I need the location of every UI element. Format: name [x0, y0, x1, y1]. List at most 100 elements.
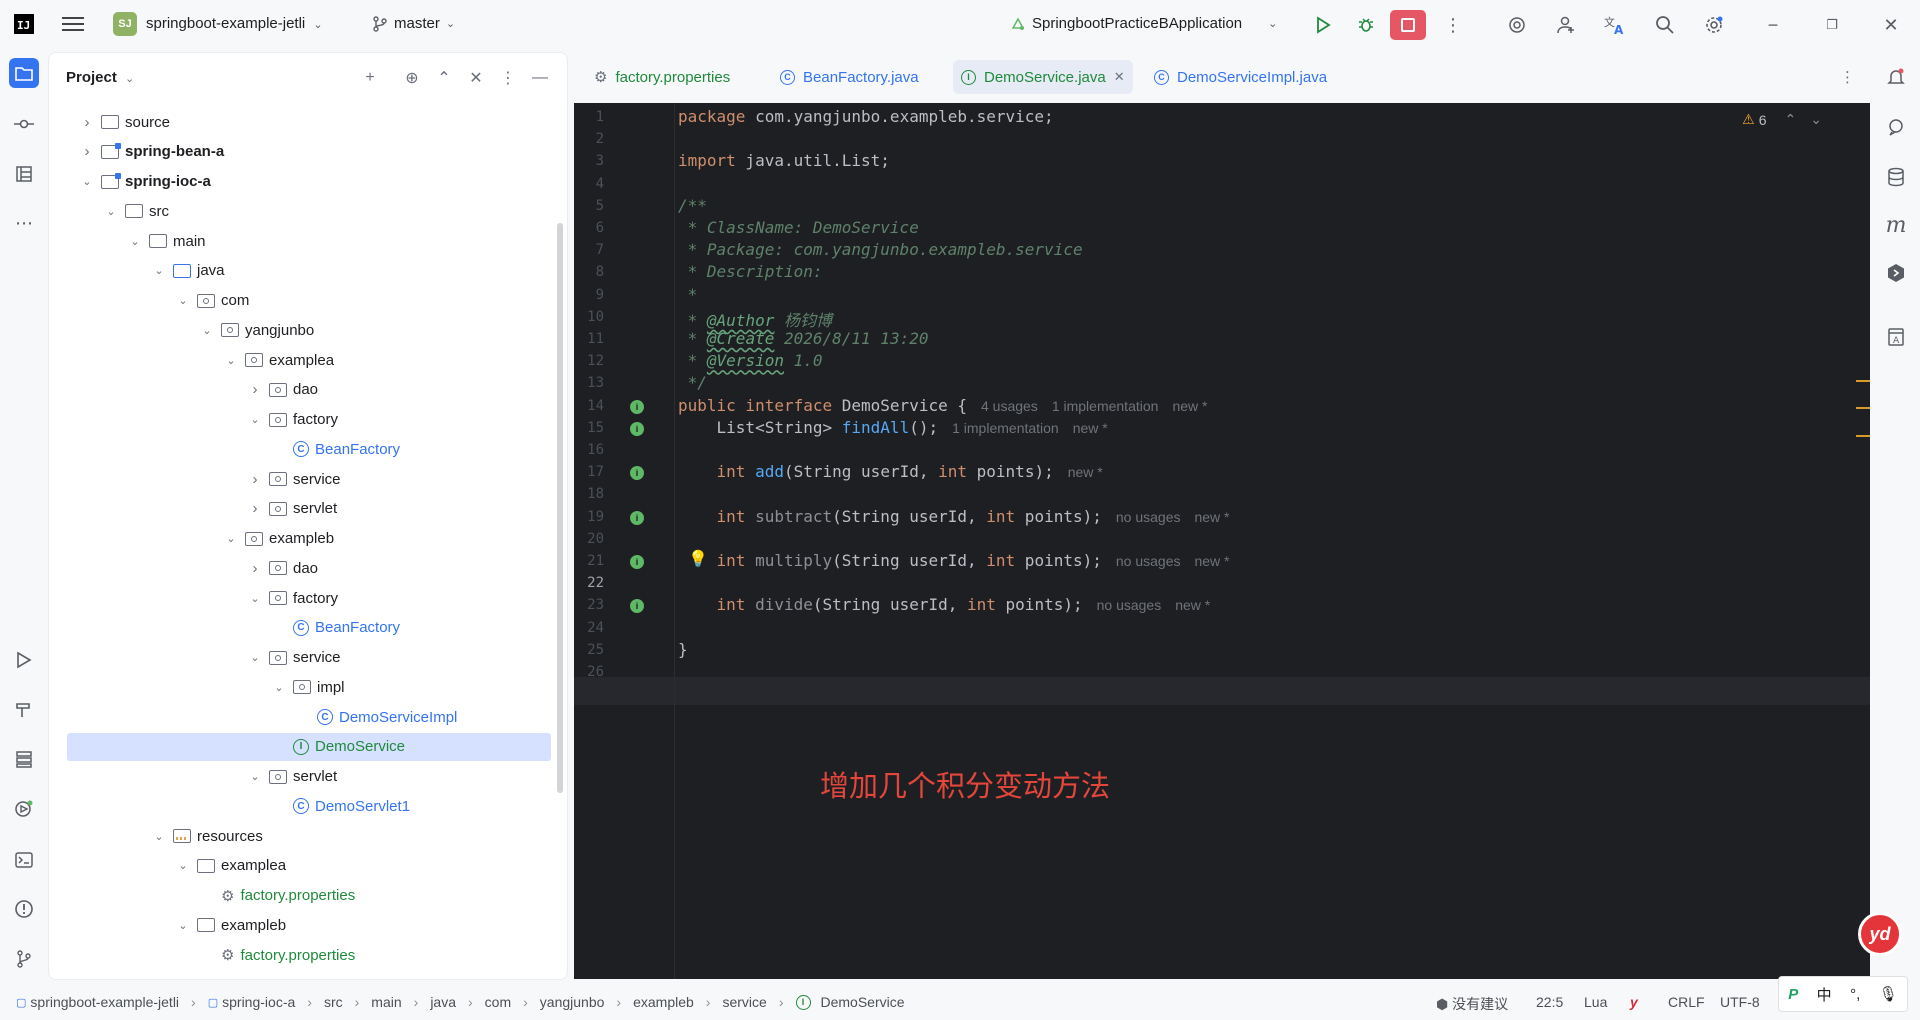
tree-item[interactable]: ⌄ servlet	[247, 763, 337, 791]
line-number[interactable]: 15	[574, 420, 604, 436]
tree-item[interactable]: ⚙ factory.properties	[199, 882, 355, 910]
minimize-icon[interactable]: −	[1760, 12, 1786, 38]
search-icon[interactable]	[1652, 12, 1678, 38]
file-language[interactable]: Lua	[1584, 994, 1607, 1010]
tree-item[interactable]: › service	[247, 465, 341, 493]
tab-factory-properties[interactable]: ⚙ factory.properties	[586, 60, 738, 94]
translation-panel-icon[interactable]: A	[1881, 322, 1911, 352]
settings-gear-icon[interactable]	[1701, 12, 1727, 38]
line-number[interactable]: 10	[574, 309, 604, 325]
line-number[interactable]: 23	[574, 597, 604, 613]
maven-icon[interactable]: m	[1881, 210, 1911, 240]
line-number[interactable]: 7	[574, 242, 604, 258]
tree-item[interactable]: › dao	[247, 376, 319, 404]
tree-item[interactable]: ⌄ resources	[151, 822, 262, 850]
tree-item[interactable]: ⚙ factory.properties	[199, 941, 355, 969]
ai-chat-icon[interactable]	[1881, 112, 1911, 142]
tree-item[interactable]: ⌄ com	[175, 287, 249, 315]
implemented-marker-icon[interactable]: i	[630, 599, 644, 614]
chevron-down-icon[interactable]: ⌄	[103, 205, 119, 218]
tree-item[interactable]: ⌄ service	[247, 644, 340, 672]
inspection-widget[interactable]: ⚠ 6 ⌃ ⌄	[1742, 111, 1822, 128]
chevron-right-icon[interactable]: ›	[247, 471, 263, 488]
tree-item[interactable]: ⌄ main	[127, 227, 205, 255]
tree-item[interactable]: › source	[79, 108, 171, 136]
warning-marker[interactable]	[1856, 380, 1870, 382]
tree-item[interactable]: › dao	[247, 554, 319, 582]
breadcrumb-item[interactable]: spring-ioc-a	[222, 994, 295, 1010]
code-line[interactable]: public interface DemoService {4 usages 1 …	[678, 396, 1207, 415]
implemented-marker-icon[interactable]: i	[630, 510, 644, 525]
code-line[interactable]: *	[678, 285, 698, 304]
hide-panel-icon[interactable]: —	[529, 67, 551, 89]
project-view-selector[interactable]: Project ⌄	[66, 69, 134, 86]
code-line[interactable]: * ClassName: DemoService	[678, 218, 919, 237]
ai-assistant-icon[interactable]	[1504, 12, 1530, 38]
tree-item[interactable]: ⌄ factory	[247, 584, 338, 612]
code-line[interactable]: /**	[678, 196, 707, 215]
tree-item[interactable]: ⌄ java	[151, 257, 224, 285]
code-line[interactable]: package com.yangjunbo.exampleb.service;	[678, 107, 1054, 126]
file-encoding[interactable]: UTF-8	[1720, 994, 1760, 1010]
breadcrumb-item[interactable]: main	[371, 994, 401, 1010]
ime-logo-icon[interactable]: P	[1788, 986, 1798, 1003]
chevron-right-icon[interactable]: ›	[247, 381, 263, 398]
ime-toolbar[interactable]: P 中 °, 🎙	[1778, 976, 1908, 1012]
line-number[interactable]: 20	[574, 531, 604, 547]
tabs-more-icon[interactable]: ⋮	[1832, 60, 1863, 94]
line-number[interactable]: 9	[574, 287, 604, 303]
chevron-down-icon[interactable]: ⌄	[151, 830, 167, 843]
breadcrumb-item[interactable]: exampleb	[633, 994, 694, 1010]
terminal-icon[interactable]	[9, 845, 39, 875]
chevron-down-icon[interactable]: ⌄	[247, 651, 263, 664]
chevron-down-icon[interactable]: ⌄	[271, 681, 287, 694]
chevron-right-icon[interactable]: ›	[247, 560, 263, 577]
next-highlight-icon[interactable]: ⌄	[1810, 111, 1822, 128]
main-menu-icon[interactable]	[62, 14, 84, 34]
breadcrumb-item[interactable]: springboot-example-jetli	[30, 994, 179, 1010]
code-line[interactable]: * Package: com.yangjunbo.exampleb.servic…	[678, 240, 1083, 259]
code-line[interactable]: import java.util.List;	[678, 151, 890, 170]
tree-item[interactable]: C DemoServiceImpl	[295, 703, 457, 731]
chevron-down-icon[interactable]: ⌄	[223, 354, 239, 367]
build-hammer-icon[interactable]	[9, 695, 39, 725]
line-number[interactable]: 16	[574, 442, 604, 458]
code-line[interactable]: * @Author 杨钧博	[678, 307, 832, 331]
youdao-translate-icon[interactable]: yd	[1858, 912, 1902, 956]
line-number[interactable]: 8	[574, 264, 604, 280]
code-line[interactable]: * @Version 1.0	[678, 351, 823, 370]
tree-item[interactable]: › spring-bean-a	[79, 138, 224, 166]
chevron-down-icon[interactable]: ⌄	[247, 413, 263, 426]
tree-item[interactable]: ⌄ impl	[271, 673, 344, 701]
editor-gutter[interactable]: 1 2 3 4 5 6 7 8 9 10 11 12 13 14 i 15 i 16 17 i 18 19 i 20 21 i 22…	[574, 103, 674, 979]
close-tab-icon[interactable]: ✕	[1114, 69, 1125, 85]
more-tools-icon[interactable]: ⋯	[9, 208, 39, 238]
chevron-right-icon[interactable]: ›	[247, 500, 263, 517]
project-badge[interactable]: SJ	[113, 12, 137, 36]
breadcrumb-item[interactable]: DemoService	[821, 994, 905, 1010]
line-number[interactable]: 1	[574, 109, 604, 125]
code-line[interactable]: int subtract(String userId, int points);…	[678, 507, 1230, 526]
line-number[interactable]: 26	[574, 664, 604, 680]
line-number[interactable]: 25	[574, 642, 604, 658]
breadcrumb-item[interactable]: yangjunbo	[540, 994, 605, 1010]
problems-icon[interactable]	[9, 894, 39, 924]
line-number[interactable]: 19	[574, 509, 604, 525]
project-scrollbar[interactable]	[557, 223, 563, 793]
tree-item[interactable]: ⌄ examplea	[175, 852, 286, 880]
stop-button[interactable]	[1390, 10, 1426, 40]
chevron-down-icon[interactable]: ⌄	[151, 264, 167, 277]
line-number[interactable]: 21	[574, 553, 604, 569]
caret-position[interactable]: 22:5	[1536, 994, 1563, 1010]
tree-item[interactable]: ⌄ yangjunbo	[199, 316, 314, 344]
line-number[interactable]: 24	[574, 620, 604, 636]
youdao-status-icon[interactable]: y	[1630, 994, 1638, 1010]
tab-demoservice[interactable]: I DemoService.java ✕	[953, 60, 1133, 94]
tree-item[interactable]: C BeanFactory	[271, 614, 400, 642]
line-number[interactable]: 3	[574, 153, 604, 169]
warning-marker[interactable]	[1856, 435, 1870, 437]
tree-item[interactable]: C BeanFactory	[271, 435, 400, 463]
chevron-down-icon[interactable]: ⌄	[247, 770, 263, 783]
implemented-marker-icon[interactable]: i	[630, 555, 644, 569]
project-tool-folder-icon[interactable]	[9, 58, 39, 88]
